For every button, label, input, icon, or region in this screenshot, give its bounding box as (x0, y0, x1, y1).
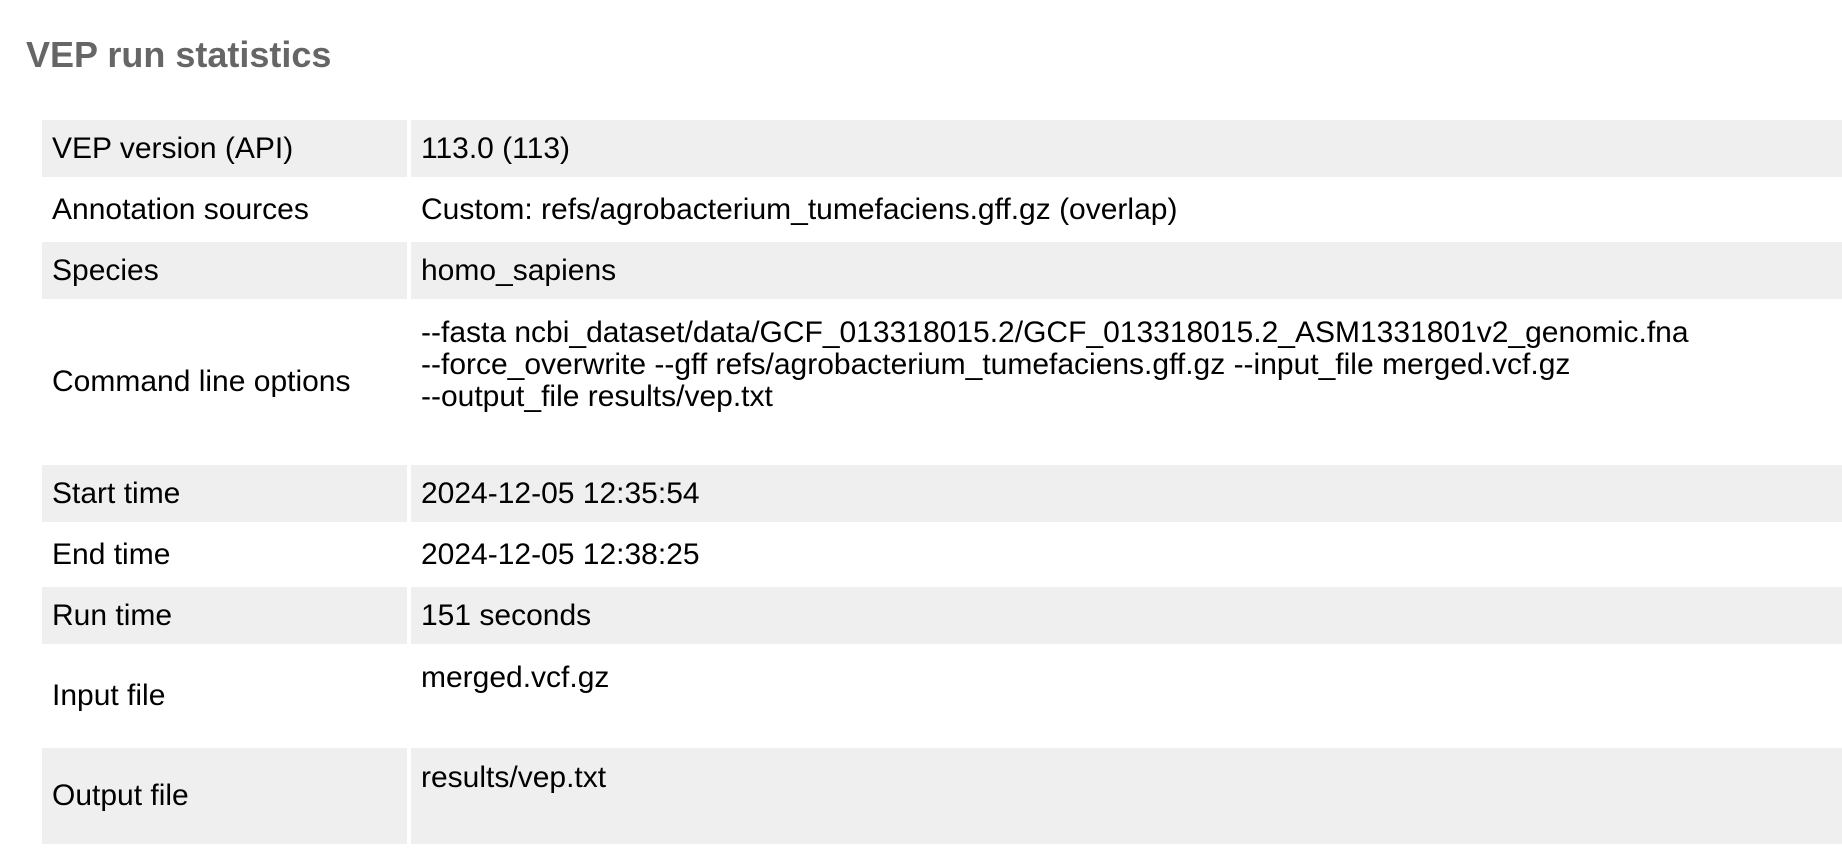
stats-label: Species (42, 242, 407, 299)
run-statistics-table: VEP version (API) 113.0 (113) Annotation… (38, 116, 1842, 848)
stats-value: 2024-12-05 12:38:25 (411, 526, 1842, 583)
stats-value: 113.0 (113) (411, 120, 1842, 177)
stats-label: Annotation sources (42, 181, 407, 238)
output-file-value: results/vep.txt (411, 748, 1842, 844)
stats-row-vep-version: VEP version (API) 113.0 (113) (42, 120, 1842, 177)
page-title: VEP run statistics (26, 34, 332, 75)
stats-row-annotation-sources: Annotation sources Custom: refs/agrobact… (42, 181, 1842, 238)
stats-row-species: Species homo_sapiens (42, 242, 1842, 299)
stats-label: Command line options (42, 303, 407, 461)
stats-row-output-file: Output file results/vep.txt (42, 748, 1842, 844)
stats-value: homo_sapiens (411, 242, 1842, 299)
command-line-text: --force_overwrite --gff refs/agrobacteri… (421, 348, 1571, 381)
stats-value: 2024-12-05 12:35:54 (411, 465, 1842, 522)
command-line-value: --fasta ncbi_dataset/data/GCF_013318015.… (411, 303, 1842, 461)
stats-row-command-line-options: Command line options --fasta ncbi_datase… (42, 303, 1842, 461)
stats-row-start-time: Start time 2024-12-05 12:35:54 (42, 465, 1842, 522)
stats-label: Output file (42, 748, 407, 844)
command-line-text: --output_file results/vep.txt (421, 380, 773, 413)
stats-value: Custom: refs/agrobacterium_tumefaciens.g… (411, 181, 1842, 238)
stats-row-input-file: Input file merged.vcf.gz (42, 648, 1842, 744)
command-line-text: --fasta ncbi_dataset/data/GCF_013318015.… (421, 316, 1689, 349)
stats-row-run-time: Run time 151 seconds (42, 587, 1842, 644)
stats-row-end-time: End time 2024-12-05 12:38:25 (42, 526, 1842, 583)
stats-label: Input file (42, 648, 407, 744)
stats-label: End time (42, 526, 407, 583)
stats-label: Run time (42, 587, 407, 644)
stats-value: 151 seconds (411, 587, 1842, 644)
input-file-value: merged.vcf.gz (411, 648, 1842, 744)
stats-label: Start time (42, 465, 407, 522)
stats-label: VEP version (API) (42, 120, 407, 177)
